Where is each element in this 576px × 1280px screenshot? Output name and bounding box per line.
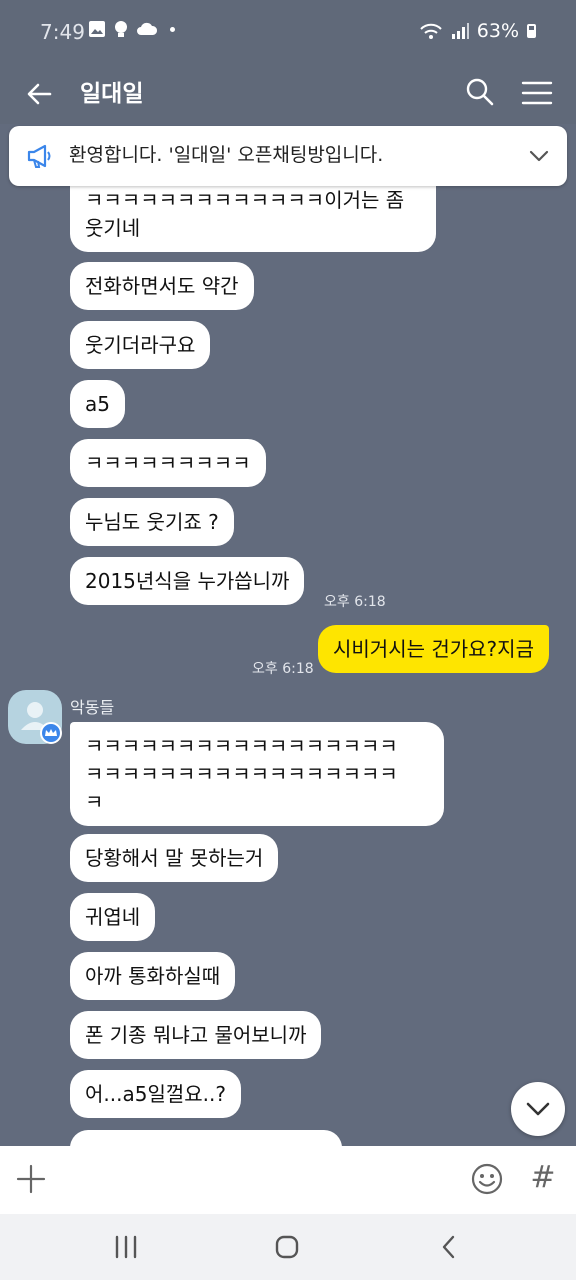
chevron-down-icon <box>526 1102 550 1116</box>
message-line: ㅋㅋㅋㅋㅋㅋㅋㅋㅋㅋㅋㅋㅋ이거는 좀 <box>85 188 405 212</box>
crown-icon <box>40 722 62 744</box>
system-nav-bar <box>0 1214 576 1280</box>
message-bubble[interactable]: 어...a5일껄요..? <box>70 1070 241 1118</box>
message-line: ㅋㅋㅋㅋㅋㅋㅋㅋㅋㅋㅋㅋㅋㅋㅋㅋㅋ <box>85 762 398 786</box>
signal-icon <box>451 23 469 39</box>
message-bubble[interactable]: 웃기더라구요 <box>70 321 211 369</box>
input-bar: # <box>0 1146 576 1214</box>
emoji-icon <box>471 1163 503 1195</box>
home-icon[interactable] <box>274 1234 300 1260</box>
emoji-button[interactable] <box>470 1162 504 1196</box>
message-bubble[interactable]: ㅋㅋㅋㅋㅋㅋㅋㅋㅋ <box>70 439 266 487</box>
my-message-bubble[interactable]: 시비거시는 건가요?지금 <box>318 625 549 673</box>
message-bubble[interactable]: 당황해서 말 못하는거 <box>70 834 279 882</box>
bulb-icon <box>115 21 127 37</box>
back-arrow-icon <box>27 83 52 105</box>
sender-name: 악동들 <box>70 698 115 717</box>
scroll-to-bottom-button[interactable] <box>511 1082 565 1136</box>
status-system-icons: 63% <box>419 20 536 42</box>
recent-apps-icon[interactable] <box>112 1234 140 1260</box>
notice-banner[interactable]: 환영합니다. '일대일' 오픈채팅방입니다. <box>9 126 567 186</box>
message-bubble[interactable]: 폰 기종 뭐냐고 물어보니까 <box>70 1011 322 1059</box>
megaphone-icon <box>27 144 51 168</box>
message-line: 웃기네 <box>85 216 141 240</box>
plus-icon <box>16 1164 46 1194</box>
notice-text: 환영합니다. '일대일' 오픈채팅방입니다. <box>69 144 384 166</box>
status-time: 7:49 <box>40 20 85 44</box>
chevron-down-icon[interactable] <box>525 142 553 170</box>
avatar[interactable] <box>8 690 62 744</box>
chat-messages[interactable]: ㅋㅋㅋㅋㅋㅋㅋㅋㅋㅋㅋㅋㅋ이거는 좀 웃기네 전화하면서도 약간 웃기더라구요 … <box>0 124 576 1146</box>
search-icon <box>466 78 494 106</box>
message-bubble[interactable]: ㅋㅋㅋㅋㅋㅋㅋㅋㅋㅋㅋㅋㅋ이거는 좀 웃기네 <box>70 180 436 252</box>
message-time: 오후 6:18 <box>252 661 314 677</box>
message-bubble[interactable]: 누님도 웃기죠 ? <box>70 498 234 546</box>
battery-percent: 63% <box>476 20 519 42</box>
chat-title: 일대일 <box>80 81 144 107</box>
nav-back-icon[interactable] <box>436 1234 462 1260</box>
message-bubble-partial[interactable] <box>70 1130 342 1146</box>
hash-button[interactable]: # <box>528 1158 558 1198</box>
hamburger-menu-icon <box>521 81 553 105</box>
message-line: ㅋㅋㅋㅋㅋㅋㅋㅋㅋㅋㅋㅋㅋㅋㅋㅋㅋ <box>85 734 398 758</box>
message-bubble[interactable]: 전화하면서도 약간 <box>70 262 254 310</box>
wifi-icon <box>420 23 442 39</box>
search-button[interactable] <box>464 72 496 112</box>
message-bubble[interactable]: a5 <box>70 380 125 428</box>
battery-icon <box>527 24 536 38</box>
message-time: 오후 6:18 <box>324 594 386 610</box>
cloud-icon <box>137 22 158 35</box>
message-bubble[interactable]: 2015년식을 누가씁니까 <box>70 557 305 605</box>
back-button[interactable] <box>24 74 56 114</box>
message-bubble[interactable]: 귀엽네 <box>70 893 156 941</box>
attach-button[interactable] <box>14 1162 48 1196</box>
message-bubble[interactable]: 아까 통화하실때 <box>70 952 236 1000</box>
message-bubble[interactable]: ㅋㅋㅋㅋㅋㅋㅋㅋㅋㅋㅋㅋㅋㅋㅋㅋㅋ ㅋㅋㅋㅋㅋㅋㅋㅋㅋㅋㅋㅋㅋㅋㅋㅋㅋ ㅋ <box>70 722 444 826</box>
dot-icon <box>170 26 175 32</box>
status-notification-icons <box>88 20 175 38</box>
gallery-icon <box>89 21 105 37</box>
chat-header: 일대일 <box>0 64 576 124</box>
message-line: ㅋ <box>85 790 104 814</box>
status-bar: 7:49 63% <box>0 0 576 64</box>
menu-button[interactable] <box>520 72 554 112</box>
